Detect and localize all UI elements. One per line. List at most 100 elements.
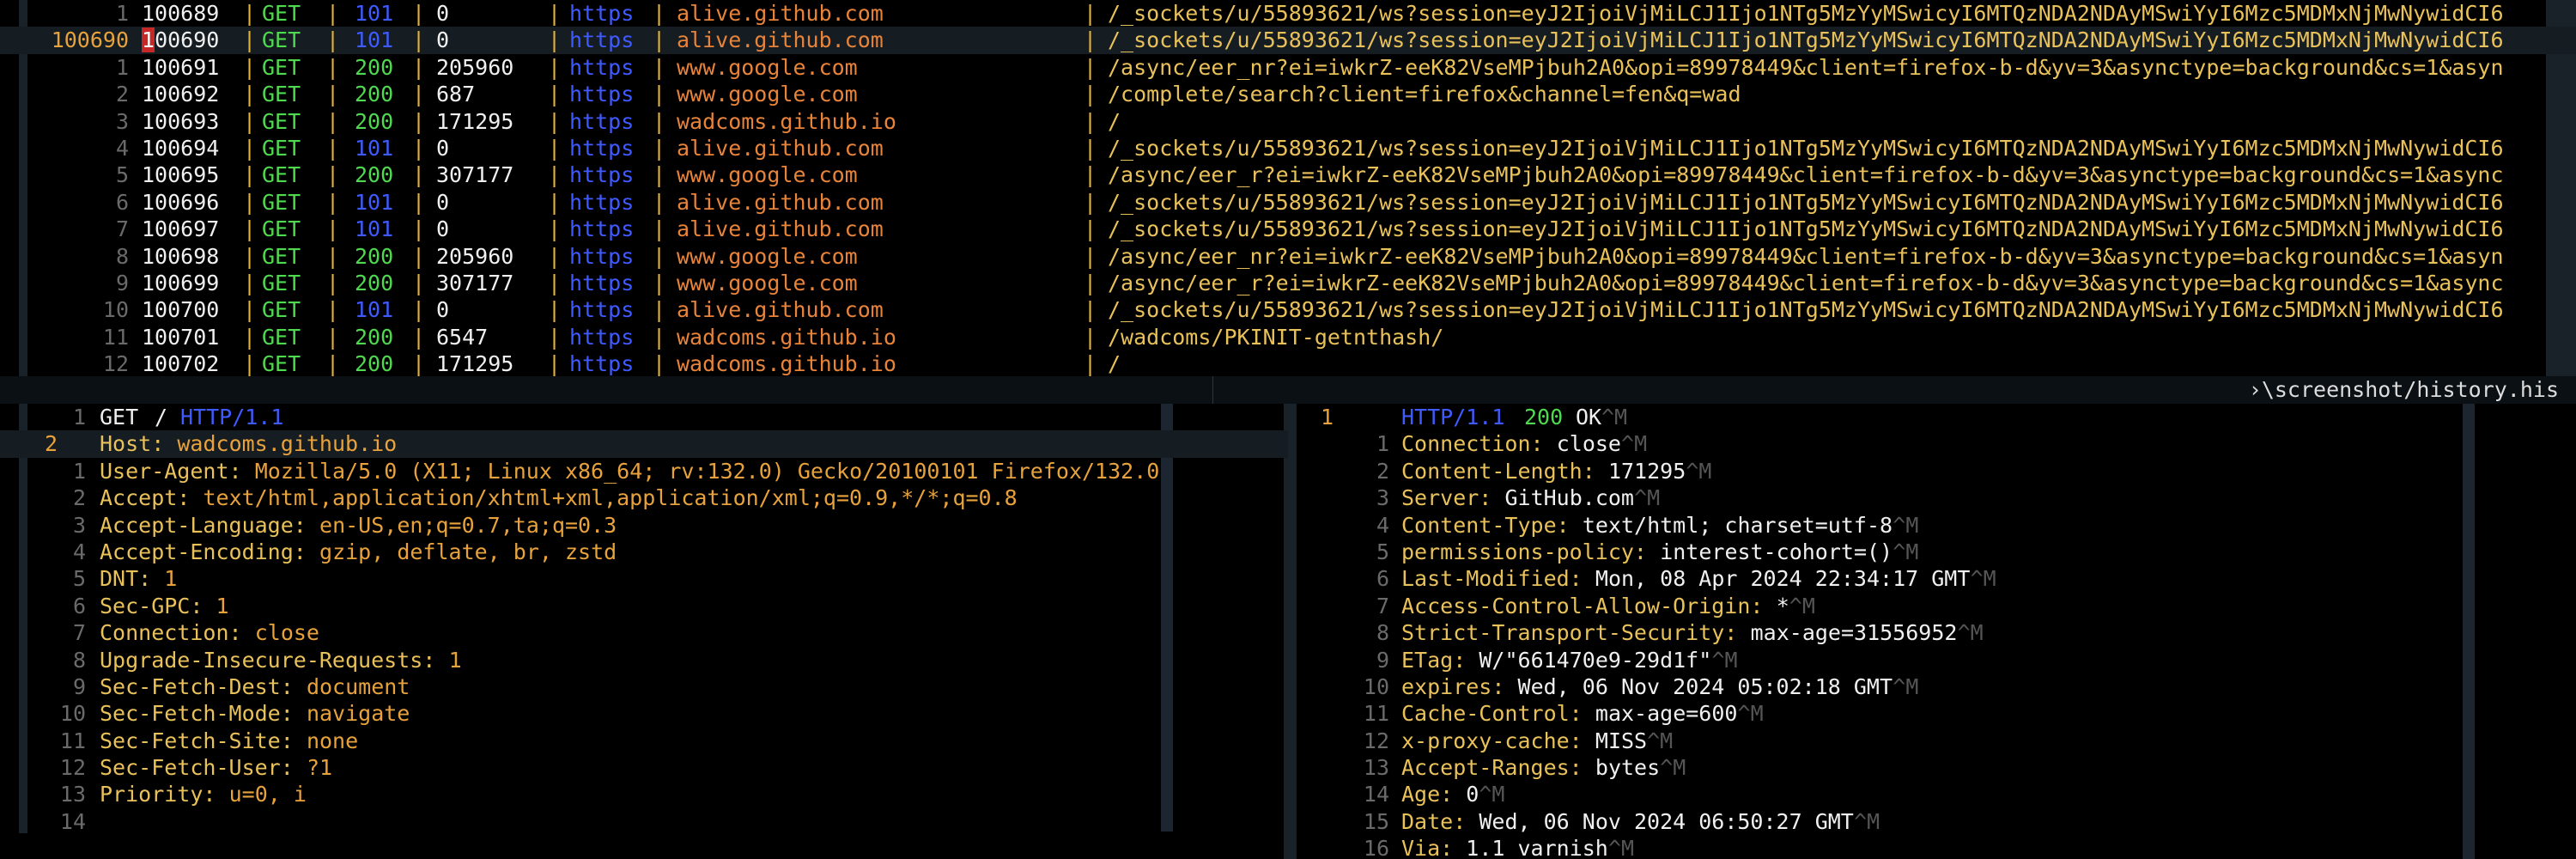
response-header-value: interest-cohort=() — [1660, 539, 1893, 564]
history-row-separator: | — [326, 216, 340, 242]
history-row-separator: | — [412, 135, 426, 161]
history-row-separator: | — [243, 54, 257, 80]
history-row-method: GET — [262, 216, 301, 242]
history-row-gutter: 9 — [115, 270, 129, 295]
history-row-separator: | — [548, 54, 562, 80]
history-row-status: 200 — [355, 243, 394, 269]
request-header-line[interactable]: 9 Sec-Fetch-Dest: document — [0, 673, 1288, 700]
history-row-separator: | — [1084, 1, 1097, 26]
response-header-line[interactable]: 9 ETag: W/"661470e9-29d1f" ^M — [1297, 647, 2567, 673]
history-row-separator: | — [548, 1, 562, 26]
response-header-line[interactable]: 3 Server: GitHub.com ^M — [1297, 484, 2567, 511]
response-header-line[interactable]: 10 expires: Wed, 06 Nov 2024 05:02:18 GMT ^… — [1297, 673, 2567, 700]
history-row[interactable]: 4 100694 GET 101 0 https alive.github.com /_soc… — [0, 135, 2576, 161]
history-row-separator: | — [1084, 270, 1097, 295]
response-editor[interactable]: 1 HTTP/1.1 200 OK ^M 1 Connection: close ^M 2 Cont… — [1297, 404, 2567, 859]
history-row[interactable]: 11 100701 GET 200 6547 https wadcoms.github.io… — [0, 324, 2576, 350]
history-row-method: GET — [262, 270, 301, 295]
request-header-line[interactable]: 5 DNT: 1 — [0, 565, 1288, 592]
history-row-separator: | — [548, 135, 562, 161]
response-header-gutter: 8 — [1376, 620, 1389, 646]
history-row[interactable]: 6 100696 GET 101 0 https alive.github.com /_soc… — [0, 189, 2576, 216]
history-row[interactable]: 10 100700 GET 101 0 https alive.github.com /_so… — [0, 296, 2576, 323]
request-header-name: User-Agent: — [100, 458, 242, 484]
history-row-separator: | — [653, 27, 666, 53]
history-row-separator: | — [653, 108, 666, 134]
history-row-status: 200 — [355, 351, 394, 377]
history-row-status: 101 — [355, 1, 394, 26]
response-header-line[interactable]: 11 Cache-Control: max-age=600 ^M — [1297, 700, 2567, 727]
request-version: HTTP/1.1 — [180, 405, 284, 430]
request-trailing-line[interactable]: 14 — [0, 808, 1288, 835]
history-row-method: GET — [262, 297, 301, 323]
request-header-gutter: 6 — [72, 593, 86, 618]
response-header-line[interactable]: 1 Connection: close ^M — [1297, 430, 2567, 457]
history-row[interactable]: 8 100698 GET 200 205960 https www.google.com/a… — [0, 243, 2576, 270]
history-row-separator: | — [653, 82, 666, 107]
history-pane[interactable]: 1 100689 GET 101 0 https alive.github.com/_soc… — [0, 0, 2576, 378]
request-header-line[interactable]: 1 User-Agent: Mozilla/5.0 (X11; Linux x86_… — [0, 458, 1288, 484]
request-header-line[interactable]: 10 Sec-Fetch-Mode: navigate — [0, 700, 1288, 727]
response-header-ctrl: ^M — [1893, 673, 1919, 699]
response-pane[interactable]: 1 HTTP/1.1 200 OK ^M 1 Connection: close ^M 2 Cont… — [1297, 404, 2576, 859]
history-row-separator: | — [653, 297, 666, 323]
request-header-line[interactable]: 13 Priority: u=0, i — [0, 781, 1288, 807]
history-row[interactable]: 1 100691 GET 200 205960 https www.google.com/a… — [0, 54, 2576, 81]
response-header-ctrl: ^M — [1621, 431, 1648, 457]
request-header-line[interactable]: 12 Sec-Fetch-User: ?1 — [0, 754, 1288, 781]
history-row-separator: | — [412, 216, 426, 242]
history-row-separator: | — [326, 270, 340, 295]
response-header-line[interactable]: 4 Content-Type: text/html; charset=utf-8 ^M — [1297, 512, 2567, 539]
history-row[interactable]: 100690 100690 GET 101 0 https alive.github.com… — [0, 27, 2576, 54]
response-header-line[interactable]: 6 Last-Modified: Mon, 08 Apr 2024 22:34:17… — [1297, 565, 2567, 592]
history-row[interactable]: 12 100702 GET 200 171295 https wadcoms.github.… — [0, 350, 2576, 377]
history-row[interactable]: 2 100692 GET 200 687 https www.google.com/comp… — [0, 81, 2576, 107]
request-header-gutter: 8 — [72, 647, 86, 673]
history-row-method: GET — [262, 351, 301, 377]
response-header-line[interactable]: 15 Date: Wed, 06 Nov 2024 06:50:27 GMT ^M — [1297, 808, 2567, 835]
request-header-value: 1 — [216, 593, 229, 618]
history-row[interactable]: 9 100699 GET 200 307177 https www.google.com/a… — [0, 270, 2576, 296]
request-header-line[interactable]: 4 Accept-Encoding: gzip, deflate, br, zstd — [0, 539, 1288, 565]
response-header-line[interactable]: 16 Via: 1.1 varnish ^M — [1297, 835, 2567, 859]
statusline-separator-left — [1212, 376, 1213, 404]
request-header-name: Sec-Fetch-Mode: — [100, 701, 294, 727]
request-header-line[interactable]: 6 Sec-GPC: 1 — [0, 593, 1288, 619]
request-pane[interactable]: 1 GET / HTTP/1.1 2 Host: wadcoms.github.io 1 Use… — [0, 404, 1297, 859]
response-header-line[interactable]: 5 permissions-policy: interest-cohort=() ^M — [1297, 539, 2567, 565]
response-header-line[interactable]: 7 Access-Control-Allow-Origin: * ^M — [1297, 593, 2567, 619]
response-version: HTTP/1.1 — [1401, 405, 1505, 430]
history-row-separator: | — [548, 189, 562, 215]
history-row-separator: | — [1084, 243, 1097, 269]
history-row-separator: | — [548, 162, 562, 188]
request-header-line[interactable]: 2 Accept: text/html,application/xhtml+xml,… — [0, 484, 1288, 511]
history-row-scheme: https — [569, 108, 635, 134]
request-header-line[interactable]: 11 Sec-Fetch-Site: none — [0, 728, 1288, 754]
history-row-separator: | — [653, 1, 666, 26]
request-header-line[interactable]: 8 Upgrade-Insecure-Requests: 1 — [0, 647, 1288, 673]
response-header-line[interactable]: 12 x-proxy-cache: MISS ^M — [1297, 728, 2567, 754]
response-header-line[interactable]: 2 Content-Length: 171295 ^M — [1297, 458, 2567, 484]
response-header-gutter: 13 — [1363, 755, 1389, 781]
history-row-separator: | — [1084, 297, 1097, 323]
history-row[interactable]: 3 100693 GET 200 171295 https wadcoms.github.i… — [0, 108, 2576, 135]
response-status-line[interactable]: 1 HTTP/1.1 200 OK ^M — [1297, 404, 2567, 430]
history-row-separator: | — [326, 82, 340, 107]
history-row-separator: | — [653, 162, 666, 188]
history-row-size: 0 — [436, 189, 450, 215]
request-header-name: Accept-Encoding: — [100, 539, 307, 564]
request-header-line[interactable]: 3 Accept-Language: en-US,en;q=0.7,ta;q=0.3 — [0, 512, 1288, 539]
history-row[interactable]: 1 100689 GET 101 0 https alive.github.com /_soc… — [0, 0, 2576, 27]
request-header-value: document — [306, 673, 410, 699]
history-row[interactable]: 7 100697 GET 101 0 https alive.github.com /_soc… — [0, 216, 2576, 242]
request-line[interactable]: 1 GET / HTTP/1.1 — [0, 404, 1288, 430]
response-header-line[interactable]: 8 Strict-Transport-Security: max-age=31556… — [1297, 619, 2567, 646]
request-header-line[interactable]: 7 Connection: close — [0, 619, 1288, 646]
response-header-ctrl: ^M — [1607, 836, 1635, 859]
response-header-line[interactable]: 13 Accept-Ranges: bytes ^M — [1297, 754, 2567, 781]
history-row[interactable]: 5 100695 GET 200 307177 https www.google.com/a… — [0, 161, 2576, 188]
request-header-line[interactable]: 2 Host: wadcoms.github.io — [0, 430, 1288, 458]
response-header-ctrl: ^M — [1711, 647, 1738, 673]
response-header-line[interactable]: 14 Age: 0 ^M — [1297, 781, 2567, 807]
request-editor[interactable]: 1 GET / HTTP/1.1 2 Host: wadcoms.github.io 1 Use… — [0, 404, 1288, 835]
